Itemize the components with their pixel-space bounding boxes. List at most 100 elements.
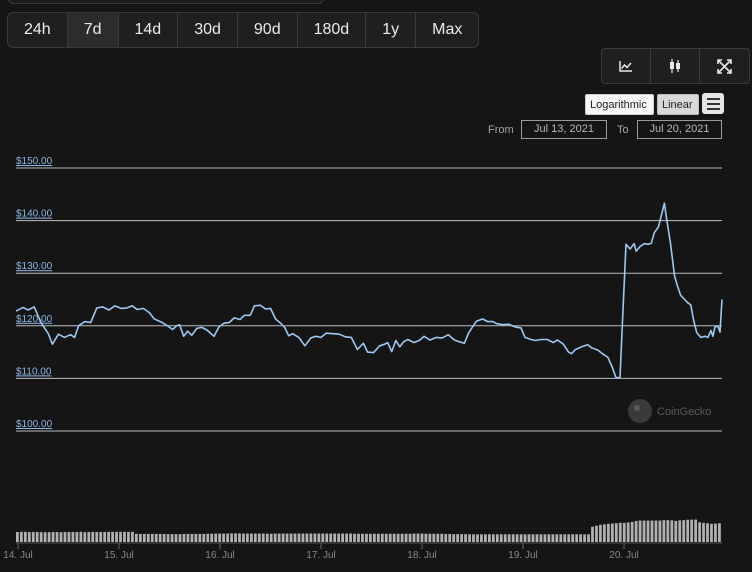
volume-bar <box>690 519 694 542</box>
volume-bar <box>599 524 602 542</box>
volume-bar <box>563 534 567 542</box>
volume-bar <box>642 520 646 542</box>
volume-bar <box>63 532 67 542</box>
volume-bar <box>170 534 174 542</box>
volume-bar <box>95 532 99 542</box>
volume-bar <box>686 519 690 542</box>
y-tick-label: $150.00 <box>16 156 53 167</box>
volume-bar <box>269 533 273 542</box>
volume-bar <box>253 533 257 542</box>
volume-bar <box>35 532 39 542</box>
volume-bar <box>587 534 590 542</box>
volume-bar <box>591 526 594 542</box>
volume-bar <box>146 533 150 542</box>
volume-bar <box>91 532 95 542</box>
volume-bar <box>480 534 483 542</box>
volume-bar <box>142 533 146 542</box>
y-tick-label: $120.00 <box>16 314 53 325</box>
volume-bar <box>452 534 456 542</box>
volume-bar <box>527 534 531 542</box>
volume-bar <box>567 534 571 542</box>
volume-bar <box>202 533 206 542</box>
volume-bar <box>261 533 265 542</box>
volume-bar <box>698 522 701 542</box>
volume-bar <box>654 520 658 542</box>
volume-bar <box>47 532 51 542</box>
x-tick-label: 16. Jul <box>205 550 234 561</box>
volume-bar <box>396 533 400 542</box>
volume-bar <box>313 533 317 542</box>
volume-bar <box>714 523 717 542</box>
volume-bar <box>190 533 194 542</box>
volume-bar <box>583 534 586 542</box>
x-tick-label: 15. Jul <box>104 550 133 561</box>
volume-bar <box>285 533 289 542</box>
volume-bar <box>468 534 471 542</box>
volume-bar <box>317 533 321 542</box>
volume-bar <box>404 533 408 542</box>
y-tick-label: $140.00 <box>16 209 53 220</box>
volume-bar <box>214 533 218 542</box>
volume-bar <box>555 534 559 542</box>
volume-bar <box>539 534 543 542</box>
volume-bar <box>87 532 91 542</box>
volume-bar <box>503 534 507 542</box>
x-tick-label: 19. Jul <box>508 550 537 561</box>
volume-bar <box>99 532 103 542</box>
volume-bar <box>440 533 444 542</box>
volume-bar <box>309 533 313 542</box>
volume-bar <box>464 534 467 542</box>
volume-bar <box>79 531 83 542</box>
volume-bar <box>194 533 198 542</box>
volume-bar <box>416 533 420 542</box>
volume-bar <box>718 523 721 542</box>
volume-bar <box>511 534 515 542</box>
volume-bar <box>670 520 674 542</box>
volume-bar <box>293 533 297 542</box>
volume-bar <box>55 532 59 542</box>
volume-bar <box>127 531 130 542</box>
volume-bar <box>618 522 622 542</box>
y-tick-label: $110.00 <box>16 366 52 377</box>
volume-bar <box>638 520 642 542</box>
volume-bar <box>154 533 158 542</box>
volume-bar <box>16 532 19 542</box>
volume-bar <box>444 533 448 542</box>
volume-bar <box>579 534 582 542</box>
volume-bar <box>535 534 539 542</box>
volume-bar <box>499 534 503 542</box>
volume-bar <box>115 531 118 542</box>
volume-bar <box>289 533 293 542</box>
volume-bar <box>694 519 698 542</box>
volume-bar <box>103 532 107 542</box>
volume-bar <box>301 533 305 542</box>
volume-bar <box>369 533 372 542</box>
volume-bar <box>277 533 281 542</box>
volume-bar <box>329 533 333 542</box>
volume-bar <box>321 533 325 542</box>
volume-bar <box>384 533 388 542</box>
volume-bar <box>349 533 352 542</box>
volume-bar <box>297 533 301 542</box>
volume-bar <box>507 534 511 542</box>
volume-bar <box>706 523 709 542</box>
volume-bar <box>246 533 249 542</box>
volume-bar <box>559 534 563 542</box>
volume-bar <box>119 531 122 542</box>
volume-bar <box>626 522 630 542</box>
volume-bar <box>662 520 666 542</box>
volume-bar <box>634 520 638 542</box>
volume-bar <box>67 532 71 542</box>
watermark-text: CoinGecko <box>657 406 711 418</box>
volume-bar <box>257 533 261 542</box>
volume-bar <box>515 534 519 542</box>
volume-bar <box>305 533 309 542</box>
volume-bar <box>678 520 682 542</box>
volume-bar <box>614 523 618 542</box>
volume-bar <box>710 523 713 542</box>
volume-bar <box>487 534 491 542</box>
volume-bar <box>333 533 337 542</box>
volume-bar <box>325 533 329 542</box>
volume-bar <box>230 533 233 542</box>
volume-bar <box>361 533 364 542</box>
